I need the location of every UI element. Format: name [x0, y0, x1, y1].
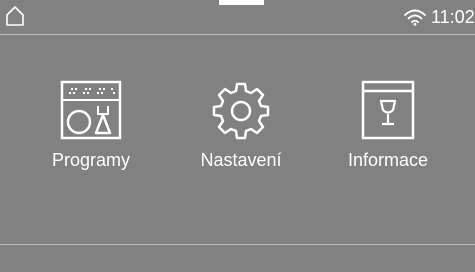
menu-item-label: Nastavení: [200, 150, 282, 170]
menu-item-programy[interactable]: Programy: [26, 70, 156, 180]
menu-item-informace[interactable]: Informace: [323, 70, 453, 180]
dishes-icon: [60, 80, 122, 140]
wine-glass-icon: [361, 80, 415, 140]
clock: 11:02: [431, 7, 475, 27]
gear-icon: [212, 82, 270, 140]
pull-down-handle[interactable]: [219, 0, 264, 5]
menu-item-label: Programy: [51, 150, 131, 170]
bottom-divider: [0, 244, 475, 245]
status-bar: 11:02: [0, 0, 475, 35]
menu-item-nastaveni[interactable]: Nastavení: [176, 70, 306, 180]
menu-item-label: Informace: [347, 150, 429, 170]
wifi-icon: [404, 9, 426, 26]
status-bar-divider: [0, 34, 475, 35]
home-icon[interactable]: [5, 5, 25, 27]
